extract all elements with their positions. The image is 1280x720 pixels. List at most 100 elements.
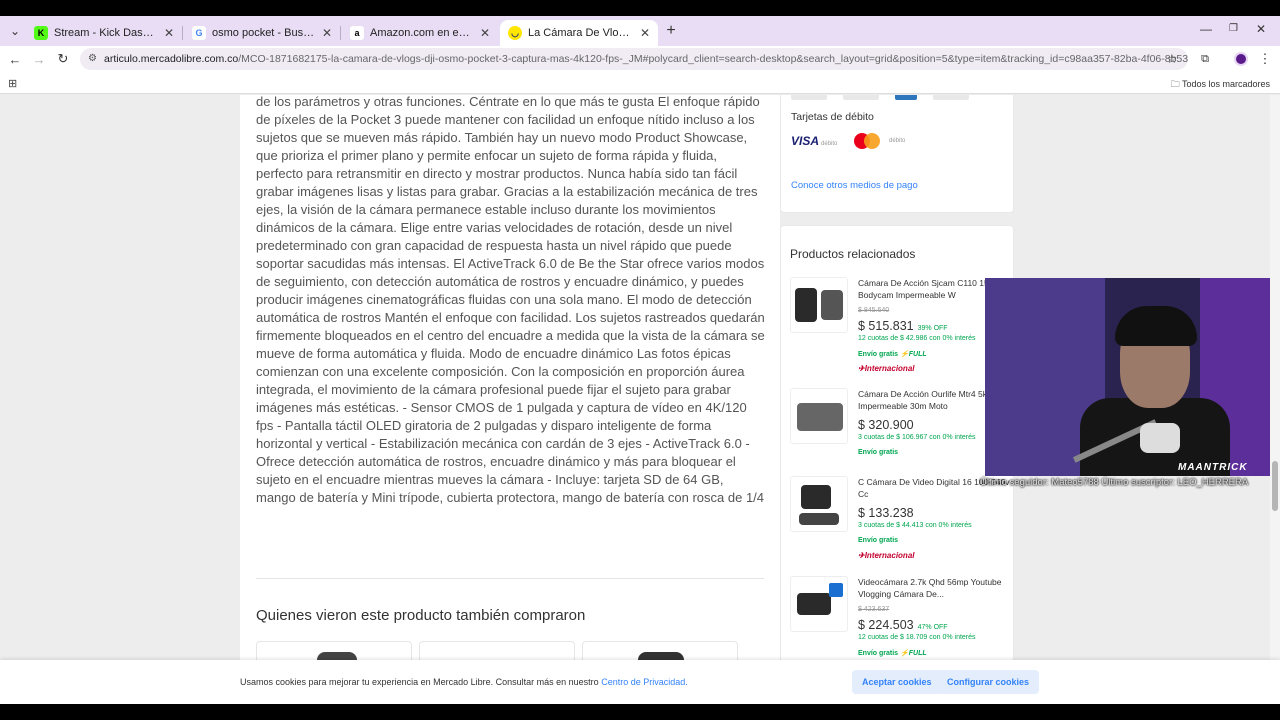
product-image <box>790 277 848 333</box>
tab-title: osmo pocket - Buscar con Google <box>212 27 316 39</box>
product-price: $ 320.900 <box>858 418 914 432</box>
menu-icon[interactable]: ⋮ <box>1256 50 1274 68</box>
plane-icon: ✈ <box>858 551 865 560</box>
amex-logo <box>895 95 917 100</box>
tab-title: Stream - Kick Dashboard <box>54 27 158 39</box>
tab-title: La Cámara De Vlogs Dji Osmo P <box>528 27 634 39</box>
site-info-icon[interactable]: ⚙ <box>88 53 97 64</box>
scrollbar[interactable] <box>1270 95 1280 704</box>
full-badge: FULL <box>908 650 927 657</box>
free-shipping: Envío gratis <box>858 449 899 456</box>
reload-icon[interactable]: ↻ <box>54 50 72 68</box>
tab-kick[interactable]: K Stream - Kick Dashboard ✕ <box>26 20 182 46</box>
microphone <box>1140 423 1180 453</box>
cookie-message: Usamos cookies para mejorar tu experienc… <box>240 677 688 687</box>
old-price: $ 423.637 <box>858 606 890 613</box>
address-toolbar: ← → ↻ ⚙ articulo.mercadolibre.com.co/MCO… <box>0 46 1280 72</box>
streamer-tag: MAANTRICK <box>1178 462 1248 473</box>
google-icon: G <box>192 26 206 40</box>
browser-window: ⌄ K Stream - Kick Dashboard ✕ G osmo poc… <box>0 0 1280 720</box>
discount-badge: 47% OFF <box>917 624 948 631</box>
debit-label: débito <box>821 141 838 147</box>
forward-icon[interactable]: → <box>30 50 48 68</box>
product-card[interactable] <box>256 641 412 660</box>
product-card[interactable] <box>419 641 575 660</box>
product-image <box>790 476 848 532</box>
webcam-overlay <box>985 278 1278 476</box>
top-bar <box>0 0 1280 16</box>
bookmarks-bar: ⊞ 🗀 Todos los marcadores <box>0 72 1280 94</box>
divider <box>256 578 764 579</box>
url-host: articulo.mercadolibre.com.co <box>104 53 239 65</box>
extensions-icon[interactable]: ⧉ <box>1196 50 1214 68</box>
product-price: $ 133.238 <box>858 506 914 520</box>
tab-amazon[interactable]: a Amazon.com en espanol. Gasta ✕ <box>342 20 498 46</box>
close-icon[interactable]: ✕ <box>480 26 490 40</box>
credit-card-logos <box>791 95 969 100</box>
also-bought-title: Quienes vieron este producto también com… <box>256 607 586 624</box>
kick-icon: K <box>34 26 48 40</box>
related-product-item[interactable]: Videocámara 2.7k Qhd 56mp Youtube Vloggi… <box>790 576 1020 660</box>
scrollbar-thumb[interactable] <box>1272 461 1278 511</box>
tab-google[interactable]: G osmo pocket - Buscar con Google ✕ <box>184 20 340 46</box>
back-icon[interactable]: ← <box>6 50 24 68</box>
plane-icon: ✈ <box>858 364 865 373</box>
mercadolibre-icon: ◡ <box>508 26 522 40</box>
window-close-icon[interactable]: ✕ <box>1256 22 1266 36</box>
maximize-icon[interactable]: ❐ <box>1229 23 1238 34</box>
close-icon[interactable]: ✕ <box>164 26 174 40</box>
visa-label: VISA <box>791 134 820 148</box>
international-badge: Internacional <box>864 364 915 373</box>
card-logo <box>791 95 827 100</box>
all-bookmarks-label: Todos los marcadores <box>1181 79 1270 89</box>
installments: 3 cuotas de $ 106.967 con 0% interés <box>858 434 976 441</box>
tab-separator <box>340 26 341 40</box>
tab-title: Amazon.com en espanol. Gasta <box>370 27 474 39</box>
more-payment-methods-link[interactable]: Conoce otros medios de pago <box>791 180 918 191</box>
product-price: $ 515.831 <box>858 319 914 333</box>
close-icon[interactable]: ✕ <box>322 26 332 40</box>
close-icon[interactable]: ✕ <box>640 26 650 40</box>
discount-badge: 39% OFF <box>917 325 948 332</box>
product-price: $ 224.503 <box>858 618 914 632</box>
old-price: $ 845.640 <box>858 307 890 314</box>
installments: 3 cuotas de $ 44.413 con 0% interés <box>858 522 972 529</box>
installments: 12 cuotas de $ 18.709 con 0% interés <box>858 634 976 641</box>
product-image <box>638 652 684 660</box>
profile-avatar[interactable] <box>1232 50 1250 68</box>
bookmark-star-icon[interactable]: ☆ <box>1163 50 1181 68</box>
new-tab-icon[interactable]: + <box>660 20 682 42</box>
related-products-title: Productos relacionados <box>790 247 916 261</box>
all-bookmarks-button[interactable]: 🗀 Todos los marcadores <box>1171 77 1270 93</box>
address-bar[interactable]: ⚙ articulo.mercadolibre.com.co/MCO-18716… <box>80 48 1188 70</box>
minimize-icon[interactable]: — <box>1200 22 1212 36</box>
card-logo <box>933 95 969 100</box>
free-shipping: Envío gratis <box>858 650 899 657</box>
product-description: de los parámetros y otras funciones. Cén… <box>256 95 765 505</box>
free-shipping: Envío gratis <box>858 351 899 358</box>
tab-mercadolibre[interactable]: ◡ La Cámara De Vlogs Dji Osmo P ✕ <box>500 20 658 46</box>
accept-cookies-button[interactable]: Aceptar cookies <box>852 670 942 694</box>
cookie-banner: Usamos cookies para mejorar tu experienc… <box>0 660 1280 704</box>
full-badge: FULL <box>908 351 927 358</box>
tab-search-icon[interactable]: ⌄ <box>4 20 26 42</box>
card-logo <box>843 95 879 100</box>
configure-cookies-button[interactable]: Configurar cookies <box>937 670 1040 694</box>
mastercard-debit-logo <box>854 133 886 149</box>
product-card[interactable] <box>582 641 738 660</box>
bottom-bar <box>0 704 1280 720</box>
free-shipping: Envío gratis <box>858 537 899 544</box>
privacy-center-link[interactable]: Centro de Privacidad. <box>601 677 688 687</box>
product-image <box>790 388 848 444</box>
debit-label: débito <box>889 138 906 144</box>
product-name: Videocámara 2.7k Qhd 56mp Youtube Vloggi… <box>858 577 1002 599</box>
related-product-item[interactable]: C Cámara De Video Digital 16 100-240v Cc… <box>790 476 1020 566</box>
tab-separator <box>182 26 183 40</box>
apps-grid-icon[interactable]: ⊞ <box>8 77 17 90</box>
amazon-icon: a <box>350 26 364 40</box>
cookie-text: Usamos cookies para mejorar tu experienc… <box>240 677 599 687</box>
folder-icon: 🗀 <box>1170 79 1180 89</box>
url-path: /MCO-1871682175-la-camara-de-vlogs-dji-o… <box>238 53 1188 65</box>
payment-methods-card: Tarjetas de débito VISA débito débito Con… <box>780 95 1014 213</box>
stream-ticker: Último seguidor: Mateo5788 Último suscri… <box>980 477 1249 488</box>
